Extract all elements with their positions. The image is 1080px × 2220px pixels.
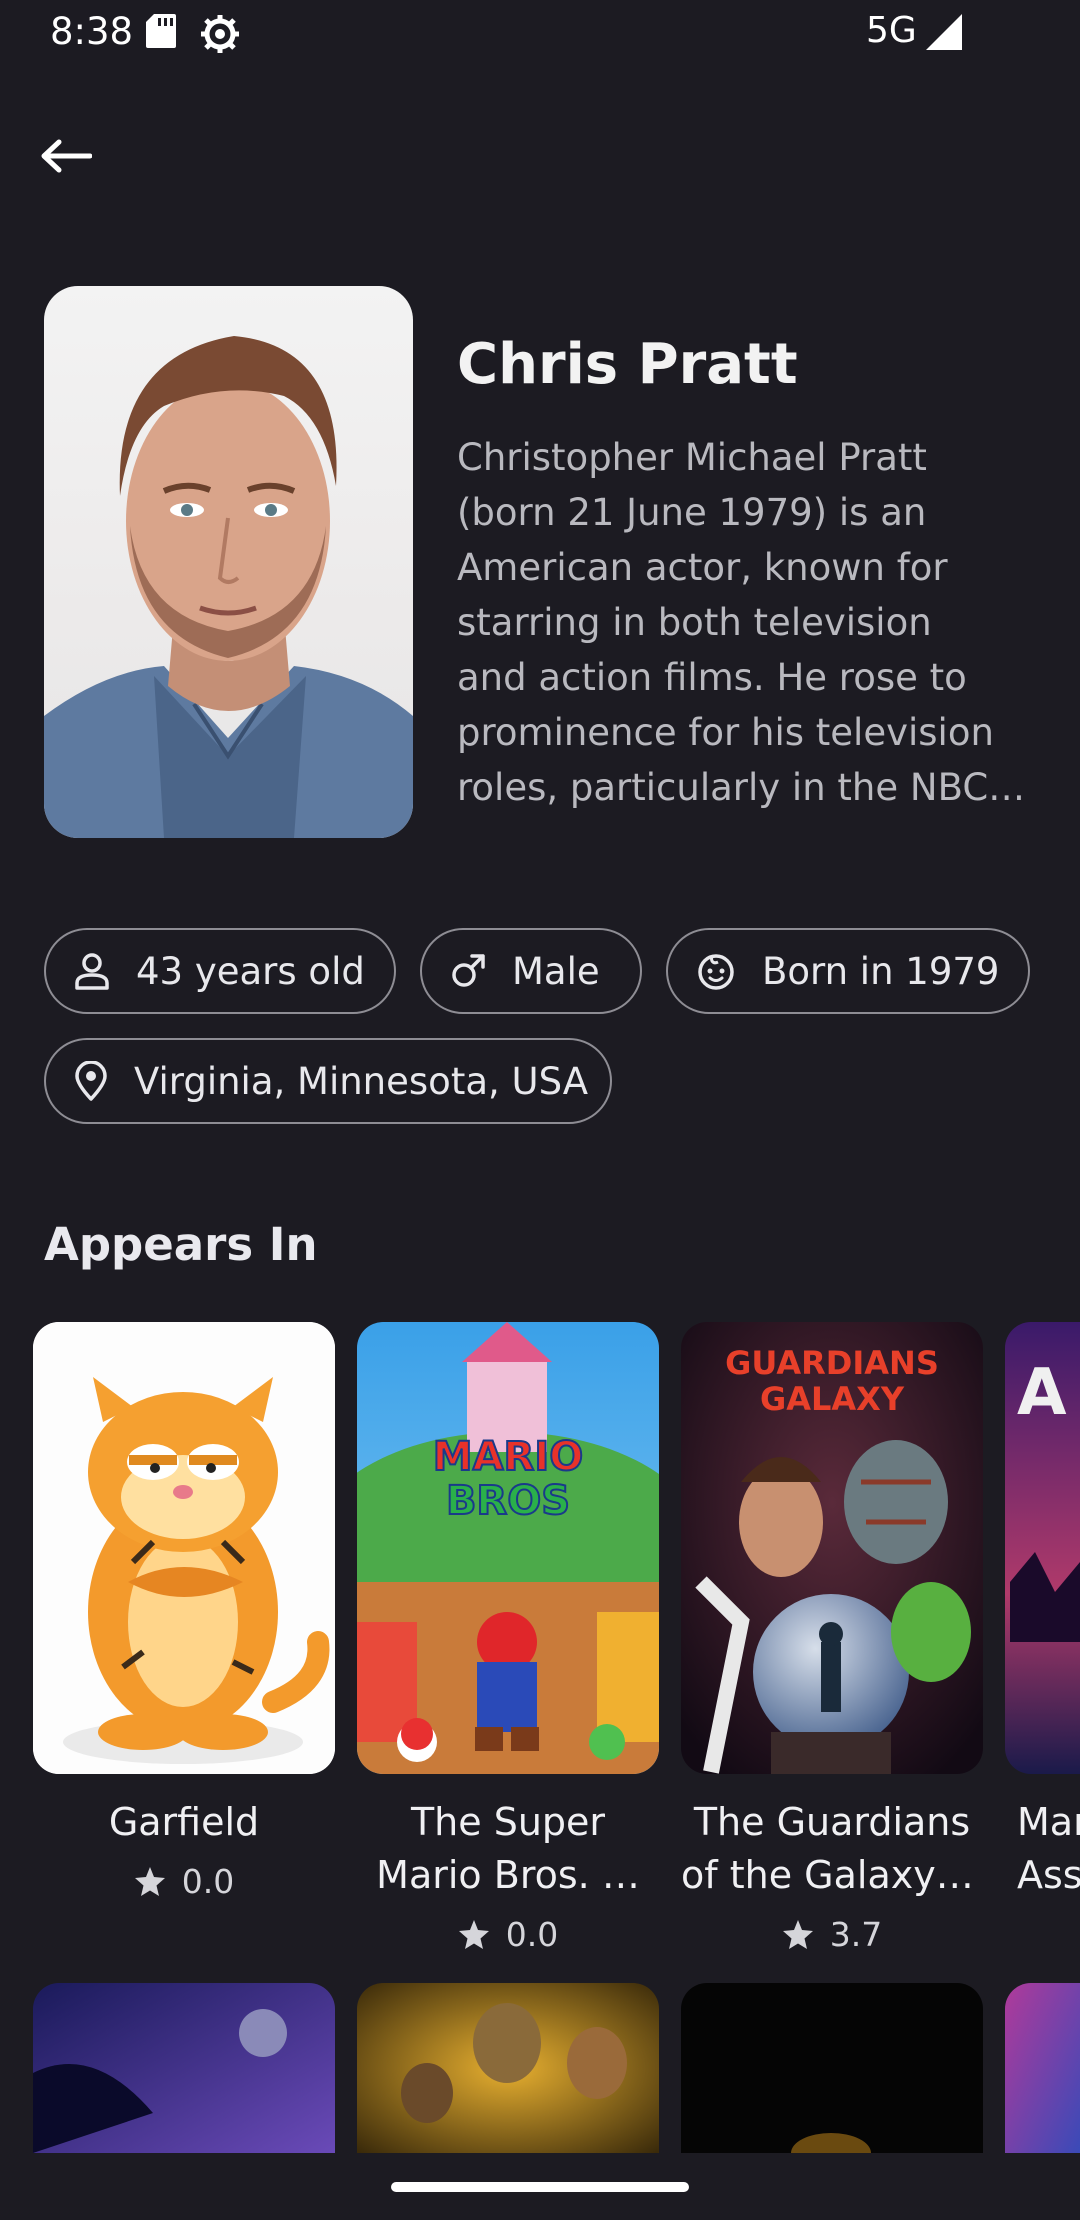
age-chip-label: 43 years old xyxy=(136,949,365,993)
movie-poster-row2[interactable] xyxy=(357,1983,659,2153)
age-chip: 43 years old xyxy=(44,928,396,1014)
movie-title[interactable]: The Super Mario Bros. … xyxy=(357,1796,659,1902)
star-icon xyxy=(134,1866,165,1896)
born-chip: Born in 1979 xyxy=(666,928,1030,1014)
movie-title-line: Mario Bros. … xyxy=(376,1853,640,1897)
location-pin-icon xyxy=(75,1061,107,1101)
bio-line: starring in both television xyxy=(457,601,932,644)
movie-poster-super-mario[interactable]: MARIO BROS xyxy=(357,1322,659,1774)
bio-line: prominence for his television xyxy=(457,711,994,754)
row2-poster-art xyxy=(681,1983,983,2153)
status-time: 8:38 xyxy=(50,10,134,53)
svg-text:A: A xyxy=(1017,1356,1067,1430)
home-gesture-handle[interactable] xyxy=(391,2182,689,2192)
bio-line: American actor, known for xyxy=(457,546,948,589)
movie-rating-value: 3.7 xyxy=(829,1915,883,1954)
row2-poster-art xyxy=(1005,1983,1080,2153)
movie-title-line: Ass xyxy=(1017,1853,1080,1897)
movie-title-line: Garfield xyxy=(108,1800,260,1844)
appears-in-title: Appears In xyxy=(44,1218,318,1271)
movie-title-line: The Guardians xyxy=(693,1800,971,1844)
movie-rating: 0.0 xyxy=(357,1915,659,1954)
movie-rating: 0.0 xyxy=(33,1862,335,1901)
partial-poster-art: A xyxy=(1005,1322,1080,1774)
back-button[interactable] xyxy=(40,128,120,184)
gender-chip-label: Male xyxy=(512,949,600,993)
sd-card-icon xyxy=(146,14,176,48)
movie-poster-garfield[interactable] xyxy=(33,1322,335,1774)
movie-title-line: The Super xyxy=(410,1800,606,1844)
movie-poster-row2[interactable] xyxy=(1005,1983,1080,2153)
gear-icon xyxy=(201,15,239,53)
movie-poster-guardians[interactable]: GUARDIANS GALAXY xyxy=(681,1322,983,1774)
svg-text:MARIO: MARIO xyxy=(433,1434,583,1480)
svg-text:BROS: BROS xyxy=(446,1478,570,1524)
movie-title[interactable]: Mar Ass xyxy=(1005,1796,1080,1902)
movie-title[interactable]: The Guardians of the Galaxy … xyxy=(681,1796,983,1902)
garfield-art xyxy=(33,1322,335,1774)
place-chip: Virginia, Minnesota, USA xyxy=(44,1038,612,1124)
baby-face-icon xyxy=(698,954,734,990)
bio-line: roles, particularly in the NBC… xyxy=(457,766,1026,809)
place-chip-label: Virginia, Minnesota, USA xyxy=(134,1059,589,1103)
movie-rating-value: 0.0 xyxy=(505,1915,559,1954)
svg-text:GUARDIANS: GUARDIANS xyxy=(725,1344,939,1382)
movie-title[interactable]: Garfield xyxy=(33,1796,335,1849)
status-bar: 8:38 5G xyxy=(0,0,1080,66)
star-icon xyxy=(782,1919,813,1949)
born-chip-label: Born in 1979 xyxy=(762,949,1000,993)
person-icon xyxy=(75,953,109,990)
actor-photo xyxy=(44,286,413,838)
network-type: 5G xyxy=(866,10,917,51)
actor-photo-art xyxy=(44,336,413,838)
movie-poster-partial[interactable]: A xyxy=(1005,1322,1080,1774)
svg-text:GALAXY: GALAXY xyxy=(760,1380,905,1418)
actor-bio[interactable]: Christopher Michael Pratt (born 21 June … xyxy=(457,430,1037,820)
male-icon xyxy=(452,954,485,987)
movie-title-line: of the Galaxy … xyxy=(681,1853,983,1897)
gender-chip: Male xyxy=(420,928,642,1014)
actor-name: Chris Pratt xyxy=(457,332,798,397)
arrow-left-icon xyxy=(41,139,92,173)
guardians-art: GUARDIANS GALAXY xyxy=(681,1322,983,1774)
star-icon xyxy=(458,1919,489,1949)
movie-poster-row2[interactable] xyxy=(681,1983,983,2153)
row2-poster-art xyxy=(33,1983,335,2153)
row2-poster-art xyxy=(357,1983,659,2153)
bio-line: Christopher Michael Pratt xyxy=(457,436,927,479)
movie-title-line: Mar xyxy=(1017,1800,1080,1844)
signal-icon xyxy=(926,14,962,50)
bio-line: and action films. He rose to xyxy=(457,656,967,699)
bio-line: (born 21 June 1979) is an xyxy=(457,491,927,534)
super-mario-art: MARIO BROS xyxy=(357,1322,659,1774)
movie-poster-row2[interactable] xyxy=(33,1983,335,2153)
movie-rating: 3.7 xyxy=(681,1915,983,1954)
movie-rating-value: 0.0 xyxy=(181,1862,235,1901)
